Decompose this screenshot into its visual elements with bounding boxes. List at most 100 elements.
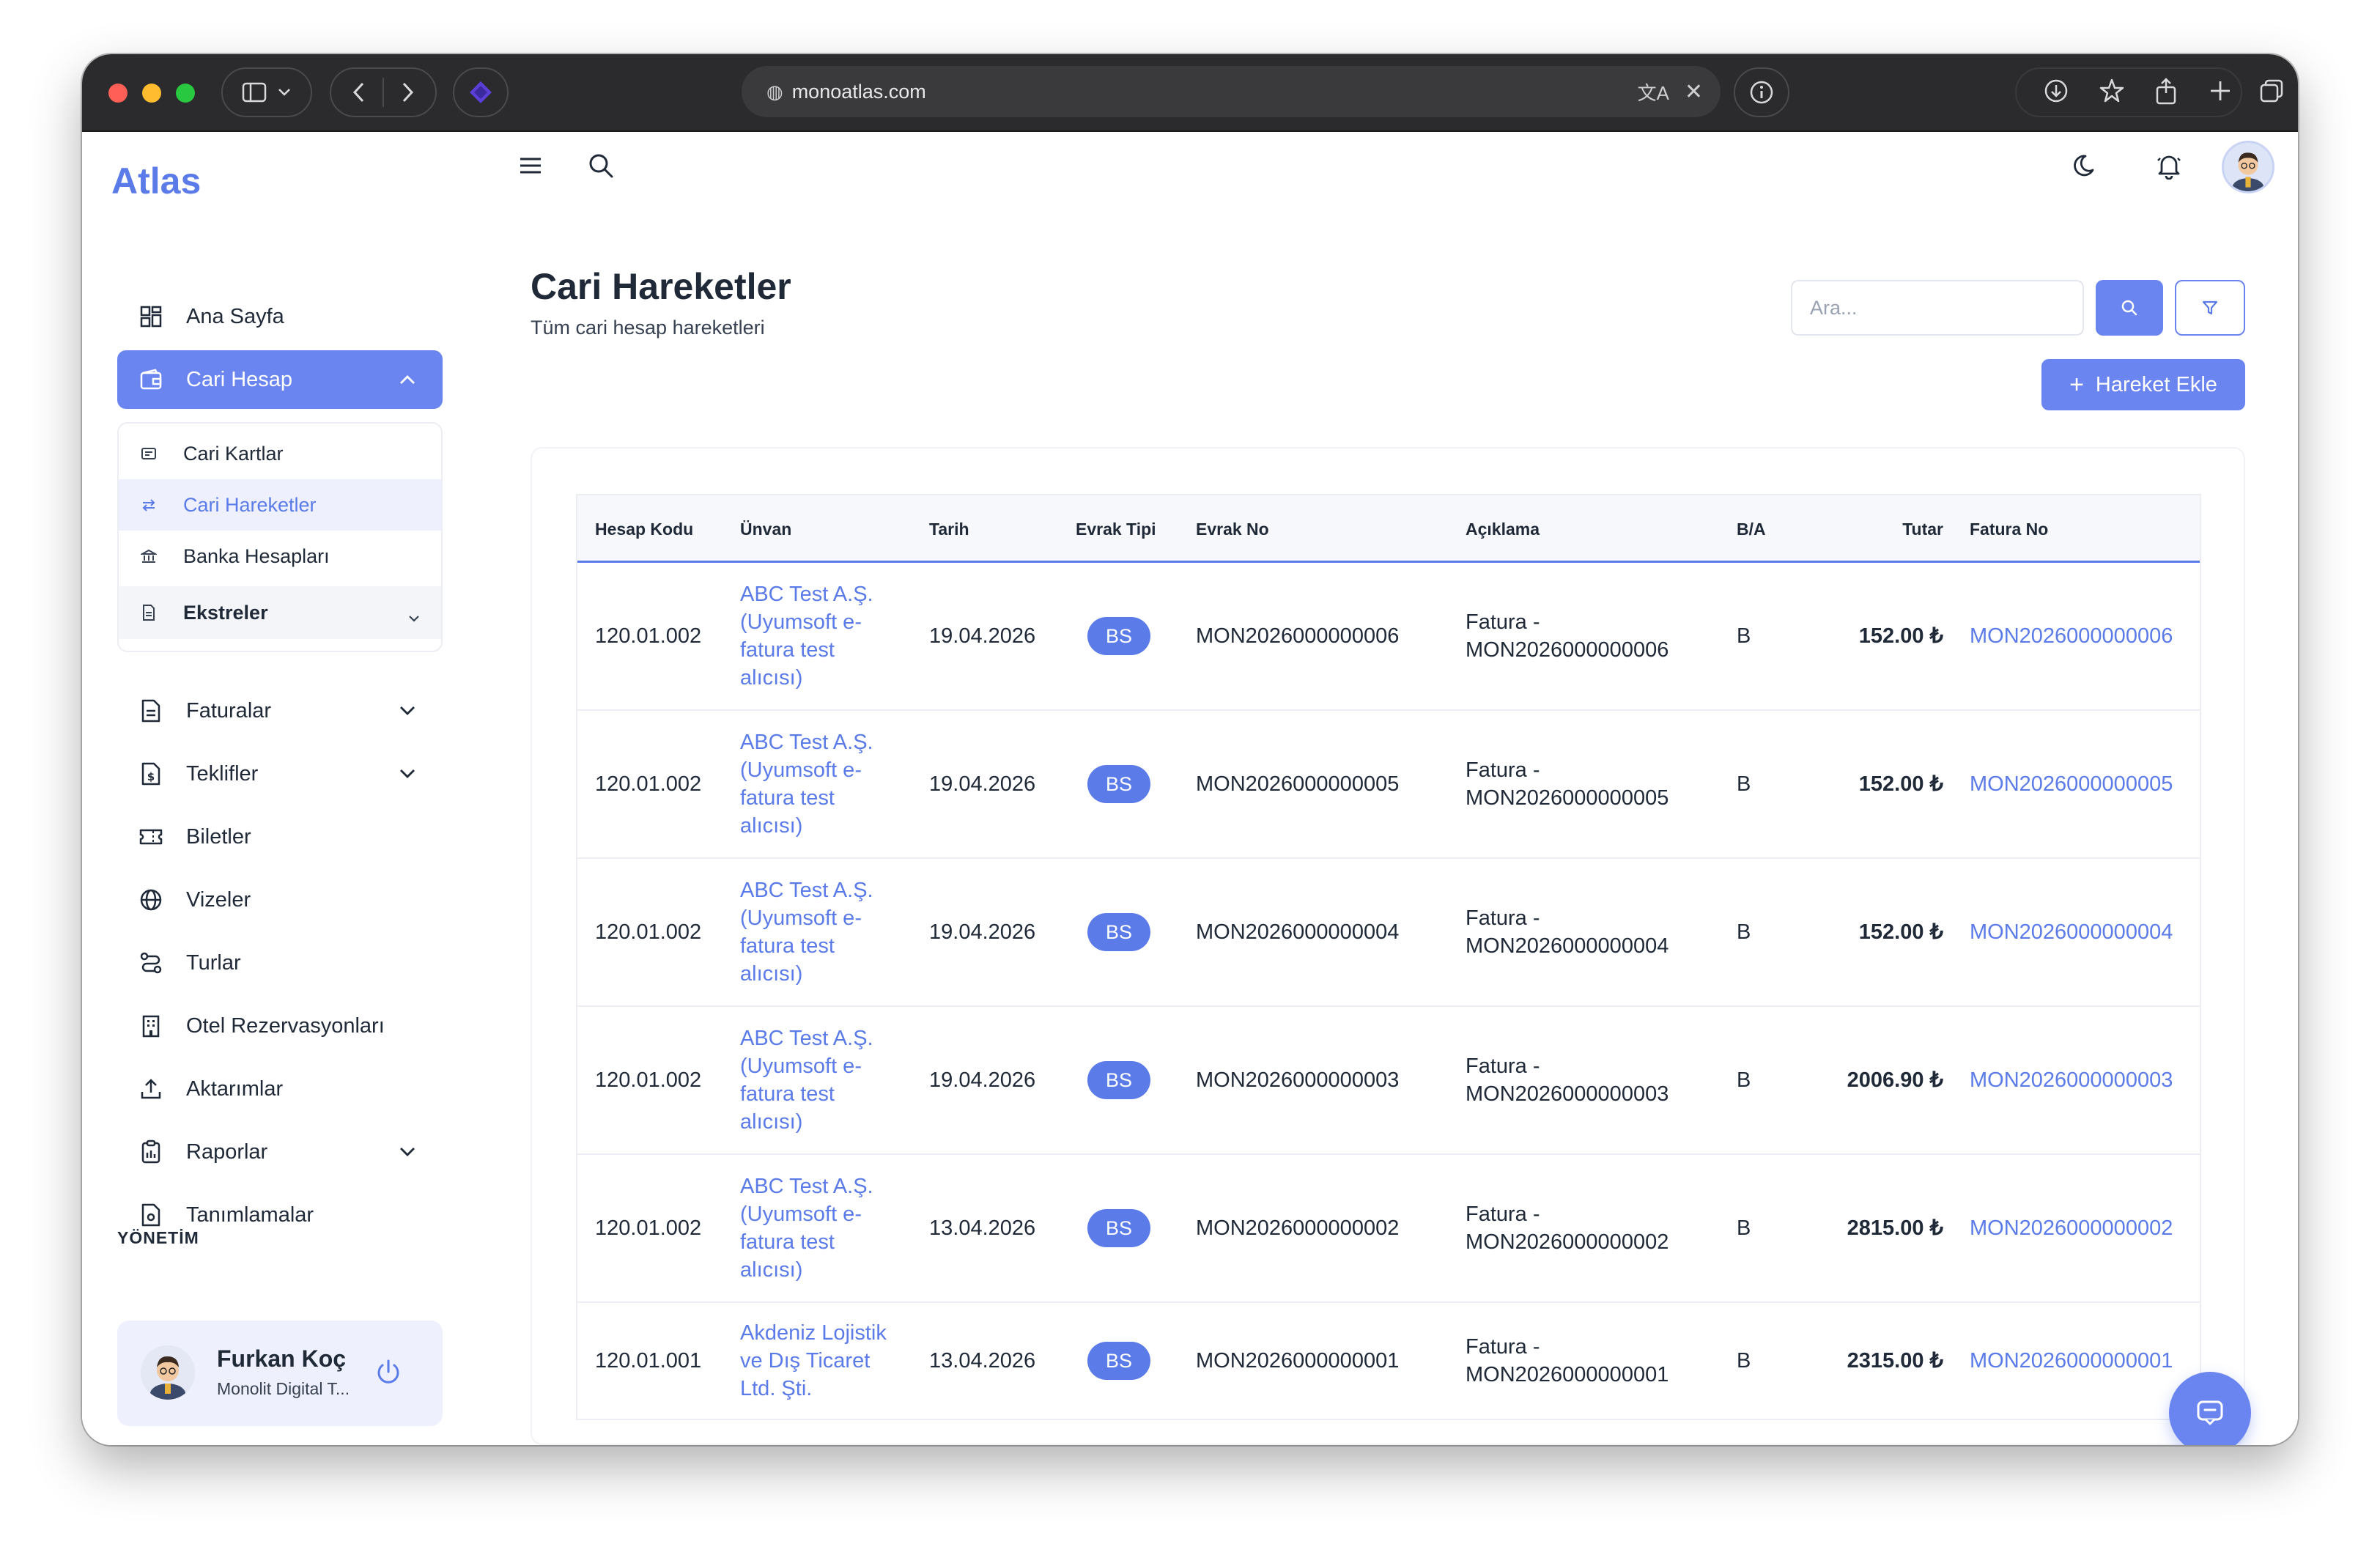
cell-fatura-no-text[interactable]: MON2026000000003 xyxy=(1970,1066,2173,1094)
chevron-down-icon[interactable] xyxy=(394,698,421,724)
table-row[interactable]: 120.01.002 ABC Test A.Ş. (Uyumsoft e-fatu… xyxy=(577,1155,2200,1303)
forward-icon[interactable] xyxy=(399,81,416,104)
back-icon[interactable] xyxy=(350,81,368,104)
cell-fatura-no-text[interactable]: MON2026000000002 xyxy=(1970,1214,2173,1242)
sidebar-item-cari-hesap[interactable]: Cari Hesap xyxy=(117,350,443,409)
search-button[interactable] xyxy=(2096,280,2163,336)
cell-fatura-no[interactable]: MON2026000000001 xyxy=(1970,1303,2197,1419)
cell-fatura-no-text[interactable]: MON2026000000001 xyxy=(1970,1347,2173,1375)
zoom-window-button[interactable] xyxy=(176,84,195,103)
cell-unvan-text[interactable]: ABC Test A.Ş. (Uyumsoft e-fatura test al… xyxy=(740,728,887,840)
table-row[interactable]: 120.01.002 ABC Test A.Ş. (Uyumsoft e-fatu… xyxy=(577,859,2200,1007)
table-row[interactable]: 120.01.002 ABC Test A.Ş. (Uyumsoft e-fatu… xyxy=(577,1007,2200,1155)
cell-unvan[interactable]: ABC Test A.Ş. (Uyumsoft e-fatura test al… xyxy=(740,859,887,1005)
sidebar-item-otel-rezervasyonlari[interactable]: Otel Rezervasyonları xyxy=(117,997,443,1055)
submenu-item-cari-kartlar[interactable]: Cari Kartlar xyxy=(119,428,441,479)
menu-icon[interactable] xyxy=(513,148,548,183)
cell-tarih-text: 19.04.2026 xyxy=(929,772,1036,796)
bookmark-star-icon[interactable] xyxy=(2091,70,2132,111)
column-header-evrak-tipi[interactable]: Evrak Tipi xyxy=(1076,495,1156,563)
extension-button[interactable] xyxy=(453,67,509,117)
cell-fatura-no[interactable]: MON2026000000002 xyxy=(1970,1155,2197,1301)
cell-fatura-no[interactable]: MON2026000000004 xyxy=(1970,859,2197,1005)
table-row[interactable]: 120.01.002 ABC Test A.Ş. (Uyumsoft e-fatu… xyxy=(577,711,2200,859)
table-row[interactable]: 120.01.001 Akdeniz Lojistik ve Dış Ticare… xyxy=(577,1303,2200,1420)
filter-button[interactable] xyxy=(2175,280,2245,336)
user-avatar[interactable] xyxy=(2222,141,2274,193)
cell-hesap-kodu: 120.01.001 xyxy=(595,1303,727,1419)
status-badge: BS xyxy=(1087,1342,1150,1380)
column-header-unvan[interactable]: Ünvan xyxy=(740,495,791,563)
chevron-down-icon[interactable] xyxy=(394,761,421,787)
new-tab-icon[interactable] xyxy=(2200,70,2241,111)
cell-fatura-no-text[interactable]: MON2026000000005 xyxy=(1970,770,2173,798)
submenu-item-label: Cari Kartlar xyxy=(183,442,284,465)
cell-hesap-kodu-text: 120.01.002 xyxy=(595,772,702,796)
share-icon[interactable] xyxy=(2146,70,2187,111)
cell-unvan[interactable]: ABC Test A.Ş. (Uyumsoft e-fatura test al… xyxy=(740,1155,887,1301)
column-header-ba[interactable]: B/A xyxy=(1737,495,1766,563)
column-header-tarih[interactable]: Tarih xyxy=(929,495,969,563)
add-movement-button[interactable]: + Hareket Ekle xyxy=(2041,359,2245,410)
cell-fatura-no-text[interactable]: MON2026000000006 xyxy=(1970,622,2173,650)
download-icon[interactable] xyxy=(2036,70,2077,111)
brand-logo[interactable]: Atlas xyxy=(111,160,201,202)
submenu-item-cari-hareketler[interactable]: Cari Hareketler xyxy=(119,479,441,531)
user-card[interactable]: Furkan Koç Monolit Digital T... xyxy=(117,1321,443,1426)
search-input[interactable] xyxy=(1791,280,2084,336)
column-header-fatura-no[interactable]: Fatura No xyxy=(1970,495,2048,563)
cell-fatura-no[interactable]: MON2026000000005 xyxy=(1970,711,2197,857)
cell-unvan-text[interactable]: ABC Test A.Ş. (Uyumsoft e-fatura test al… xyxy=(740,1172,887,1284)
cell-ba-text: B xyxy=(1737,624,1751,648)
sidebar-item-raporlar[interactable]: Raporlar xyxy=(117,1123,443,1181)
chevron-down-icon xyxy=(278,89,290,96)
address-bar[interactable]: ◍ monoatlas.com 文A ✕ xyxy=(742,66,1721,117)
sidebar-toggle-button[interactable] xyxy=(221,67,312,117)
cell-unvan-text[interactable]: Akdeniz Lojistik ve Dış Ticaret Ltd. Şti… xyxy=(740,1319,887,1403)
cell-unvan[interactable]: ABC Test A.Ş. (Uyumsoft e-fatura test al… xyxy=(740,711,887,857)
column-header-aciklama[interactable]: Açıklama xyxy=(1466,495,1540,563)
cell-unvan[interactable]: Akdeniz Lojistik ve Dış Ticaret Ltd. Şti… xyxy=(740,1303,887,1419)
chat-button[interactable] xyxy=(2169,1372,2251,1445)
sidebar-item-aktarimlar[interactable]: Aktarımlar xyxy=(117,1060,443,1118)
cell-evrak-no: MON2026000000005 xyxy=(1196,711,1452,857)
sidebar-item-label: Ana Sayfa xyxy=(186,304,284,328)
cell-aciklama-text: Fatura - MON2026000000006 xyxy=(1466,610,1669,662)
sidebar-item-faturalar[interactable]: Faturalar xyxy=(117,682,443,740)
cell-evrak-tipi: BS xyxy=(1087,563,1168,709)
chevron-down-icon[interactable] xyxy=(394,1139,421,1165)
chevron-up-icon[interactable] xyxy=(394,366,421,393)
chevron-down-icon[interactable] xyxy=(407,605,421,628)
close-window-button[interactable] xyxy=(108,84,128,103)
cell-unvan-text[interactable]: ABC Test A.Ş. (Uyumsoft e-fatura test al… xyxy=(740,876,887,988)
site-info-button[interactable] xyxy=(1734,67,1789,117)
column-header-evrak-no[interactable]: Evrak No xyxy=(1196,495,1269,563)
submenu-item-banka-hesaplari[interactable]: Banka Hesapları xyxy=(119,531,441,582)
submenu-item-ekstreler[interactable]: Ekstreler xyxy=(119,586,441,639)
table-row[interactable]: 120.01.002 ABC Test A.Ş. (Uyumsoft e-fatu… xyxy=(577,563,2200,711)
cell-aciklama-text: Fatura - MON2026000000003 xyxy=(1466,1054,1669,1106)
sidebar-item-biletler[interactable]: Biletler xyxy=(117,808,443,866)
search-icon[interactable] xyxy=(583,148,618,183)
cell-unvan-text[interactable]: ABC Test A.Ş. (Uyumsoft e-fatura test al… xyxy=(740,580,887,692)
cell-tutar: 2815.00 ₺ xyxy=(1823,1155,1943,1301)
tab-overview-icon[interactable] xyxy=(2251,70,2292,111)
cell-unvan[interactable]: ABC Test A.Ş. (Uyumsoft e-fatura test al… xyxy=(740,1007,887,1153)
sidebar-item-teklifler[interactable]: $ Teklifler xyxy=(117,745,443,803)
column-header-hesap-kodu[interactable]: Hesap Kodu xyxy=(595,495,693,563)
cell-unvan[interactable]: ABC Test A.Ş. (Uyumsoft e-fatura test al… xyxy=(740,563,887,709)
column-header-tutar[interactable]: Tutar xyxy=(1823,495,1943,563)
clear-url-icon[interactable]: ✕ xyxy=(1685,79,1703,105)
cell-unvan-text[interactable]: ABC Test A.Ş. (Uyumsoft e-fatura test al… xyxy=(740,1024,887,1136)
cell-fatura-no-text[interactable]: MON2026000000004 xyxy=(1970,918,2173,946)
sidebar-item-turlar[interactable]: Turlar xyxy=(117,934,443,992)
sidebar-item-vizeler[interactable]: Vizeler xyxy=(117,871,443,929)
cell-fatura-no[interactable]: MON2026000000006 xyxy=(1970,563,2197,709)
minimize-window-button[interactable] xyxy=(142,84,161,103)
cell-fatura-no[interactable]: MON2026000000003 xyxy=(1970,1007,2197,1153)
sidebar-item-ana-sayfa[interactable]: Ana Sayfa xyxy=(117,287,443,346)
notification-bell-icon[interactable] xyxy=(2151,148,2187,183)
power-icon[interactable] xyxy=(371,1354,406,1389)
translate-icon[interactable]: 文A xyxy=(1638,78,1669,106)
moon-icon[interactable] xyxy=(2069,148,2104,183)
